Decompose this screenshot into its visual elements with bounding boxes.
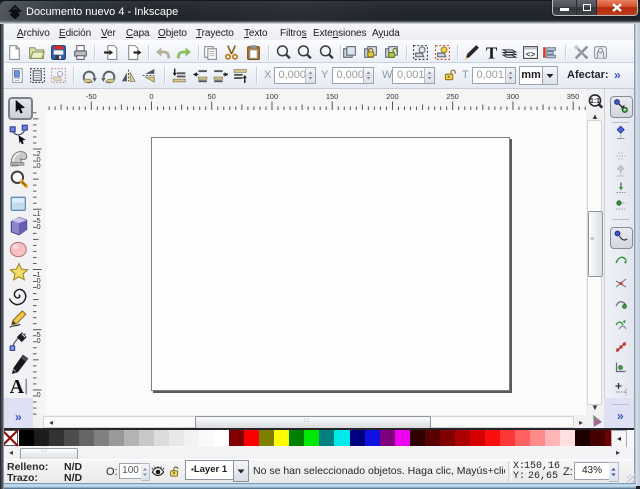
- svg-text:A: A: [10, 376, 25, 398]
- svg-text:T: T: [485, 44, 497, 61]
- svg-text:<>: <>: [525, 50, 535, 59]
- svg-text:1:1: 1:1: [589, 98, 599, 105]
